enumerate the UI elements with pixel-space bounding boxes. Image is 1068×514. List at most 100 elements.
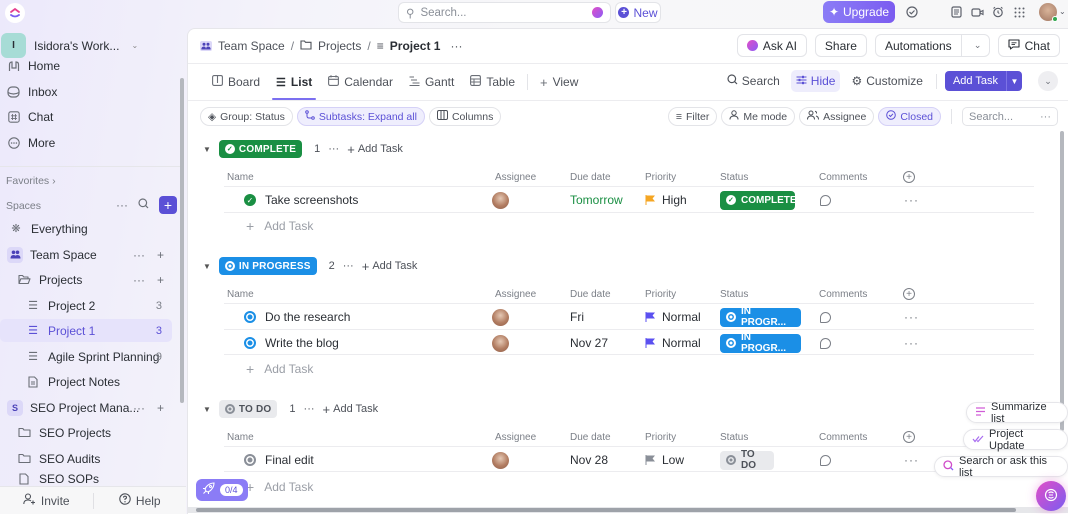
more-dots-icon[interactable]: ··· (450, 39, 462, 53)
chat-button[interactable]: Chat (997, 34, 1060, 57)
share-button[interactable]: Share (814, 34, 867, 57)
sidebar-item-everything[interactable]: ❋ Everything (0, 217, 172, 240)
clickup-logo[interactable] (5, 3, 25, 23)
scrollbar-thumb[interactable] (196, 508, 1016, 512)
plus-icon[interactable]: + (157, 401, 164, 415)
add-space-button[interactable]: + (159, 196, 177, 214)
assignee-avatar[interactable] (492, 451, 509, 469)
onboarding-rocket-button[interactable]: 0/4 (196, 479, 248, 501)
search-or-ask-list-button[interactable]: Search or ask this list (934, 455, 1068, 479)
ask-ai-button[interactable]: Ask AI (736, 34, 807, 57)
me-mode-chip[interactable]: Me mode (721, 107, 796, 126)
assignee-chip[interactable]: Assignee (799, 107, 875, 126)
new-button[interactable]: + New (615, 2, 661, 23)
col-status[interactable]: Status (720, 289, 748, 300)
columns-chip[interactable]: Columns (428, 107, 502, 126)
group-add-task-button[interactable]: + Add Task (347, 142, 403, 157)
priority-cell[interactable]: Normal (645, 330, 701, 356)
search-tasks-button[interactable]: Search (722, 70, 785, 92)
add-view-button[interactable]: + View (532, 64, 586, 100)
col-due-date[interactable]: Due date (570, 172, 611, 183)
user-avatar[interactable] (1039, 3, 1058, 22)
sidebar-item-team-space[interactable]: Team Space ··· + (0, 243, 172, 266)
col-assignee[interactable]: Assignee (495, 289, 536, 300)
assignee-avatar[interactable] (492, 308, 509, 326)
table-row[interactable]: Final edit Nov 28 Low TO DO ··· (224, 446, 1034, 472)
row-more-icon[interactable]: ··· (904, 193, 919, 207)
status-in-progress-icon[interactable] (244, 337, 256, 349)
check-circle-icon[interactable] (905, 5, 919, 19)
breadcrumb-team-space[interactable]: Team Space (218, 39, 285, 53)
sidebar-item-project-notes[interactable]: Project Notes (0, 370, 172, 393)
sidebar-item-chat[interactable]: Chat (7, 110, 53, 124)
more-dots-icon[interactable]: ··· (116, 198, 128, 212)
tab-table[interactable]: Table (462, 64, 523, 100)
favorites-toggle[interactable]: Favorites › (6, 175, 56, 187)
table-row[interactable]: Do the research Fri Normal IN PROGR... ·… (224, 303, 1034, 329)
chevron-down-icon[interactable]: ⌄ (967, 40, 989, 51)
task-name[interactable]: Take screenshots (265, 193, 358, 207)
sidebar-item-project-1[interactable]: ☰ Project 1 3 (0, 319, 172, 342)
due-date[interactable]: Nov 27 (570, 336, 608, 350)
group-add-task-button[interactable]: + Add Task (323, 402, 379, 417)
col-status[interactable]: Status (720, 172, 748, 183)
add-column-icon[interactable]: + (903, 431, 915, 443)
assignee-avatar[interactable] (492, 334, 509, 352)
status-pill-to-do[interactable]: TO DO (218, 400, 278, 418)
notepad-icon[interactable] (949, 5, 963, 19)
tab-gantt[interactable]: Gantt (401, 64, 462, 100)
upgrade-button[interactable]: ✦ Upgrade (823, 1, 895, 23)
add-task-row[interactable]: + Add Task (246, 479, 313, 495)
alarm-clock-icon[interactable] (991, 5, 1005, 19)
more-dots-icon[interactable]: ··· (133, 248, 145, 262)
col-priority[interactable]: Priority (645, 172, 676, 183)
closed-chip[interactable]: Closed (878, 107, 941, 126)
task-name[interactable]: Do the research (265, 310, 350, 324)
priority-cell[interactable]: High (645, 187, 687, 213)
collapse-caret-icon[interactable]: ▼ (203, 405, 211, 414)
col-comments[interactable]: Comments (819, 172, 867, 183)
subtasks-expand-chip[interactable]: Subtasks: Expand all (296, 107, 425, 126)
tab-board[interactable]: Board (204, 64, 268, 100)
invite-button[interactable]: Invite (0, 493, 93, 508)
assignee-avatar[interactable] (492, 191, 509, 209)
priority-cell[interactable]: Normal (645, 304, 701, 330)
filter-chip[interactable]: ≡ Filter (667, 107, 718, 126)
apps-grid-icon[interactable] (1012, 5, 1026, 19)
workspace-switcher[interactable]: I Isidora's Work... ⌄ (1, 33, 138, 58)
col-due-date[interactable]: Due date (570, 432, 611, 443)
comment-icon[interactable] (820, 194, 831, 206)
col-assignee[interactable]: Assignee (495, 432, 536, 443)
summarize-list-button[interactable]: Summarize list (966, 401, 1068, 425)
task-name[interactable]: Final edit (265, 453, 314, 467)
more-dots-icon[interactable]: ··· (1040, 111, 1051, 123)
due-date[interactable]: Tomorrow (570, 193, 623, 207)
sidebar-item-seo-audits[interactable]: SEO Audits (0, 447, 172, 470)
global-search-input[interactable]: ⚲ Search... (398, 2, 611, 23)
status-to-do-icon[interactable] (244, 454, 256, 466)
sidebar-item-projects-folder[interactable]: Projects ··· + (0, 268, 172, 291)
video-record-icon[interactable] (970, 5, 984, 19)
col-priority[interactable]: Priority (645, 432, 676, 443)
group-add-task-button[interactable]: + Add Task (362, 259, 418, 274)
chevron-down-icon[interactable]: ⌄ (1059, 7, 1066, 16)
collapse-caret-icon[interactable]: ▼ (203, 262, 211, 271)
automations-label[interactable]: Automations (876, 35, 962, 56)
add-task-row[interactable]: + Add Task (246, 218, 313, 234)
help-button[interactable]: Help (94, 493, 187, 508)
col-status[interactable]: Status (720, 432, 748, 443)
list-search-input[interactable]: Search... ··· (962, 107, 1058, 126)
automations-button[interactable]: Automations ⌄ (874, 34, 990, 57)
due-date[interactable]: Nov 28 (570, 453, 608, 467)
hide-button[interactable]: Hide (790, 70, 841, 92)
row-more-icon[interactable]: ··· (904, 336, 919, 350)
status-pill-in-progress[interactable]: IN PROGRESS (218, 257, 317, 275)
horizontal-scrollbar[interactable] (188, 507, 1068, 513)
sidebar-item-agile-sprint-planning[interactable]: ☰ Agile Sprint Planning 9 (0, 345, 172, 368)
ai-assistant-button[interactable] (1036, 481, 1066, 511)
sidebar-scrollbar[interactable] (180, 78, 184, 403)
col-due-date[interactable]: Due date (570, 289, 611, 300)
col-name[interactable]: Name (227, 172, 254, 183)
group-by-status-chip[interactable]: ◈ Group: Status (200, 107, 293, 126)
col-name[interactable]: Name (227, 432, 254, 443)
